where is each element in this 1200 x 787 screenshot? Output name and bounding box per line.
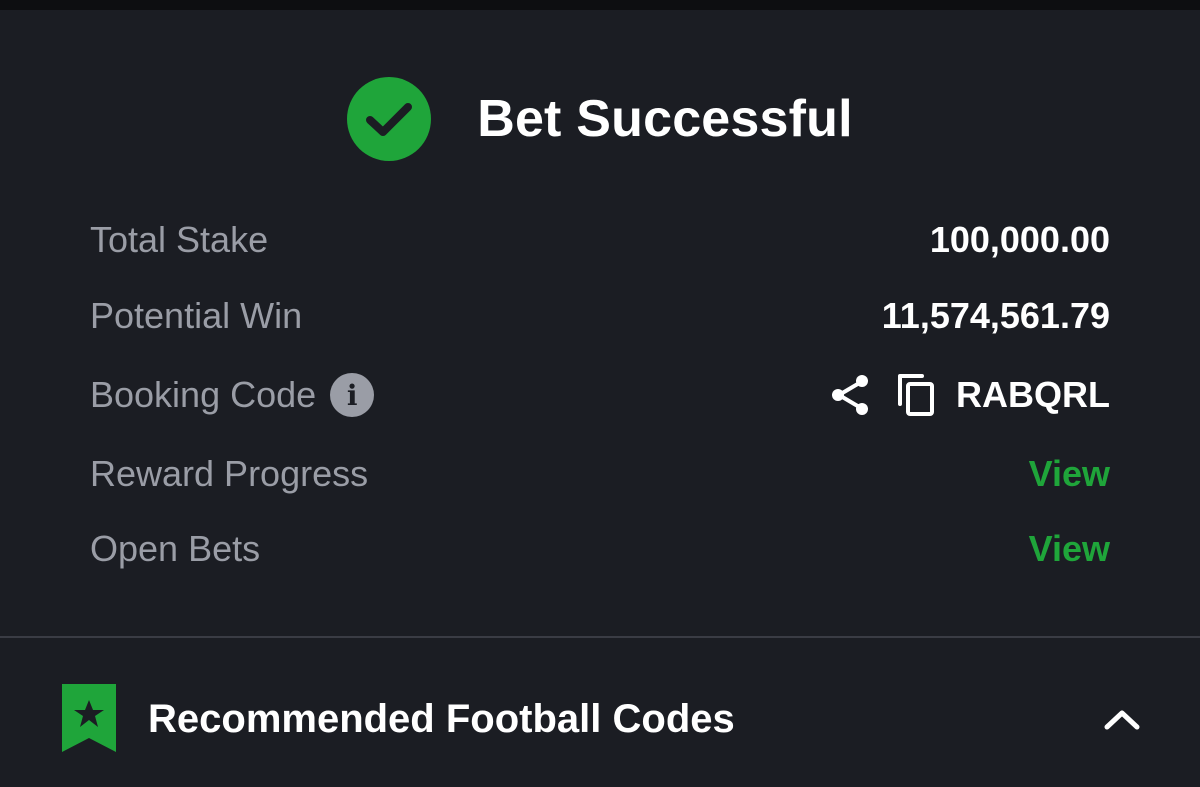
booking-code-label: Booking Code	[90, 374, 317, 415]
top-bar	[0, 0, 1200, 10]
total-stake-row: Total Stake 100,000.00	[90, 215, 1110, 265]
check-circle-icon	[347, 77, 432, 161]
reward-progress-view-link[interactable]: View	[1029, 453, 1110, 495]
open-bets-label: Open Bets	[90, 528, 261, 569]
booking-code-value[interactable]: RABQRL	[956, 374, 1110, 416]
bet-result-header: Bet Successful	[0, 76, 1200, 162]
open-bets-row: Open Bets View	[90, 524, 1110, 574]
total-stake-label: Total Stake	[90, 219, 269, 260]
total-stake-value: 100,000.00	[929, 219, 1110, 260]
reward-progress-label: Reward Progress	[90, 453, 369, 494]
potential-win-row: Potential Win 11,574,561.79	[90, 291, 1110, 341]
copy-icon[interactable]	[896, 372, 936, 418]
bookmark-star-icon	[62, 684, 116, 757]
booking-code-value-group: RABQRL	[830, 372, 1110, 418]
page-title: Bet Successful	[477, 90, 853, 148]
chevron-up-icon[interactable]	[1100, 700, 1144, 740]
recommended-codes-title[interactable]: Recommended Football Codes	[148, 694, 735, 744]
open-bets-view-link[interactable]: View	[1029, 528, 1110, 570]
potential-win-label: Potential Win	[90, 295, 303, 336]
booking-code-label-group: Booking Code i	[90, 373, 375, 417]
reward-progress-row: Reward Progress View	[90, 449, 1110, 499]
booking-code-row: Booking Code i RABQRL	[90, 370, 1110, 420]
info-icon[interactable]: i	[330, 373, 375, 417]
potential-win-value: 11,574,561.79	[881, 295, 1110, 336]
share-icon[interactable]	[830, 374, 870, 416]
